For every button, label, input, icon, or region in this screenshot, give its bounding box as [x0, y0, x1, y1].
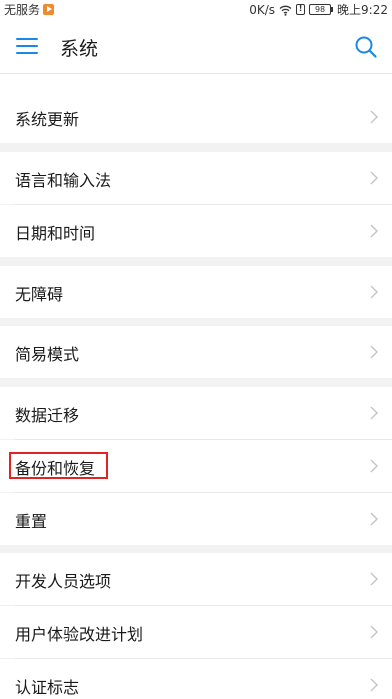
chevron-right-icon	[370, 224, 378, 238]
item-label: 简易模式	[15, 345, 80, 364]
app-bar: 系统	[0, 18, 392, 74]
battery-icon: 98	[309, 4, 334, 15]
chevron-right-icon	[370, 406, 378, 420]
chevron-right-icon	[370, 625, 378, 639]
settings-item-simple-mode[interactable]: 简易模式	[0, 326, 392, 378]
status-right: 0K/s ! 98 晚上9:22	[249, 1, 388, 18]
search-icon[interactable]	[354, 35, 378, 59]
item-label: 数据迁移	[15, 406, 80, 425]
clock: 晚上9:22	[337, 3, 388, 17]
settings-item-developer-options[interactable]: 开发人员选项	[0, 553, 392, 605]
highlight-box	[9, 452, 108, 479]
chevron-right-icon	[370, 678, 378, 692]
page-title: 系统	[60, 38, 99, 60]
status-bar: 无服务 0K/s ! 98 晚上9:22	[0, 0, 392, 18]
item-label: 系统更新	[15, 110, 80, 129]
settings-item-data-migration[interactable]: 数据迁移	[0, 387, 392, 439]
play-badge-icon	[43, 4, 55, 15]
chevron-right-icon	[370, 285, 378, 299]
settings-item-user-experience[interactable]: 用户体验改进计划	[0, 606, 392, 658]
battery-level: 98	[309, 4, 332, 15]
wifi-icon	[279, 5, 292, 16]
item-label: 语言和输入法	[15, 171, 112, 190]
settings-item-certification[interactable]: 认证标志	[0, 659, 392, 699]
status-left: 无服务	[4, 1, 55, 18]
network-speed: 0K/s	[249, 2, 276, 17]
settings-item-system-update[interactable]: 系统更新	[0, 91, 392, 143]
alert-icon: !	[296, 4, 306, 15]
item-label: 认证标志	[15, 678, 80, 697]
item-label: 日期和时间	[15, 224, 96, 243]
chevron-right-icon	[370, 110, 378, 124]
chevron-right-icon	[370, 459, 378, 473]
item-label: 开发人员选项	[15, 572, 112, 591]
settings-item-date-time[interactable]: 日期和时间	[0, 205, 392, 257]
settings-item-language-input[interactable]: 语言和输入法	[0, 152, 392, 204]
chevron-right-icon	[370, 512, 378, 526]
menu-icon[interactable]	[16, 38, 38, 54]
chevron-right-icon	[370, 572, 378, 586]
settings-item-reset[interactable]: 重置	[0, 493, 392, 545]
list-item-partial	[0, 74, 392, 92]
item-label: 无障碍	[15, 285, 64, 304]
item-label: 用户体验改进计划	[15, 625, 144, 644]
chevron-right-icon	[370, 171, 378, 185]
carrier-text: 无服务	[4, 3, 41, 17]
settings-item-accessibility[interactable]: 无障碍	[0, 266, 392, 318]
chevron-right-icon	[370, 345, 378, 359]
item-label: 重置	[15, 512, 48, 531]
